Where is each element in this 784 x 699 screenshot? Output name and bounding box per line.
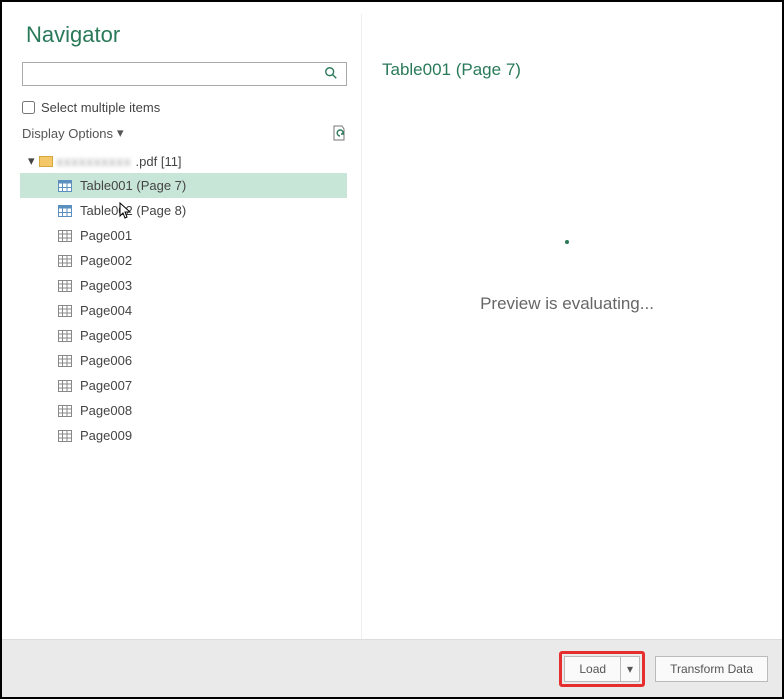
load-button-highlight: Load ▾ [559,651,645,687]
tree-root-label: .pdf [11] [136,154,182,169]
page-icon [58,280,72,292]
page-icon [58,305,72,317]
tree-item[interactable]: Table001 (Page 7) [20,173,347,198]
tree-item-label: Table002 (Page 8) [80,203,186,218]
tree-item-label: Table001 (Page 7) [80,178,186,193]
caret-down-icon: ▾ [28,153,35,169]
search-input[interactable] [27,67,320,82]
page-icon [58,330,72,342]
tree-item[interactable]: Page005 [20,323,347,348]
page-icon [58,405,72,417]
table-icon [58,180,72,192]
refresh-icon[interactable] [331,125,347,141]
tree-root-blurred: xxxxxxxxxx [57,154,132,169]
select-multiple-checkbox[interactable]: Select multiple items [22,100,347,115]
tree-item[interactable]: Page001 [20,223,347,248]
load-dropdown-button[interactable]: ▾ [620,656,640,682]
tree-item[interactable]: Page007 [20,373,347,398]
page-icon [58,355,72,367]
transform-data-button[interactable]: Transform Data [655,656,768,682]
tree-item-label: Page004 [80,303,132,318]
table-icon [58,205,72,217]
tree-item[interactable]: Page002 [20,248,347,273]
display-options-label: Display Options [22,126,113,141]
page-icon [58,230,72,242]
page-icon [58,380,72,392]
tree-item-label: Page006 [80,353,132,368]
tree-item-label: Page008 [80,403,132,418]
tree-item[interactable]: Page006 [20,348,347,373]
tree-item[interactable]: Page009 [20,423,347,448]
tree-item[interactable]: Page004 [20,298,347,323]
navigator-tree: ▾ xxxxxxxxxx .pdf [11] Table001 (Page 7)… [20,149,347,448]
search-box[interactable] [22,62,347,86]
tree-item-label: Page009 [80,428,132,443]
select-multiple-label: Select multiple items [41,100,160,115]
navigator-panel: Navigator Select multiple items Display … [20,14,362,639]
preview-panel: Table001 (Page 7) Preview is evaluating.… [362,14,764,639]
tree-item-label: Page005 [80,328,132,343]
tree-item[interactable]: Page003 [20,273,347,298]
tree-root-node[interactable]: ▾ xxxxxxxxxx .pdf [11] [20,149,347,173]
loading-text: Preview is evaluating... [480,294,654,314]
select-multiple-input[interactable] [22,101,35,114]
tree-item-label: Page001 [80,228,132,243]
load-button[interactable]: Load [564,656,620,682]
footer-bar: Load ▾ Transform Data [2,639,782,697]
preview-title: Table001 (Page 7) [382,60,752,80]
tree-item[interactable]: Table002 (Page 8) [20,198,347,223]
display-options-dropdown[interactable]: Display Options ▾ [22,125,124,141]
loading-dot [565,240,569,244]
tree-item-label: Page007 [80,378,132,393]
page-icon [58,430,72,442]
tree-item-label: Page003 [80,278,132,293]
folder-icon [39,156,53,167]
search-icon[interactable] [320,66,342,83]
tree-item-label: Page002 [80,253,132,268]
page-icon [58,255,72,267]
tree-item[interactable]: Page008 [20,398,347,423]
chevron-down-icon: ▾ [627,662,633,676]
chevron-down-icon: ▾ [117,125,124,141]
navigator-title: Navigator [26,22,347,48]
